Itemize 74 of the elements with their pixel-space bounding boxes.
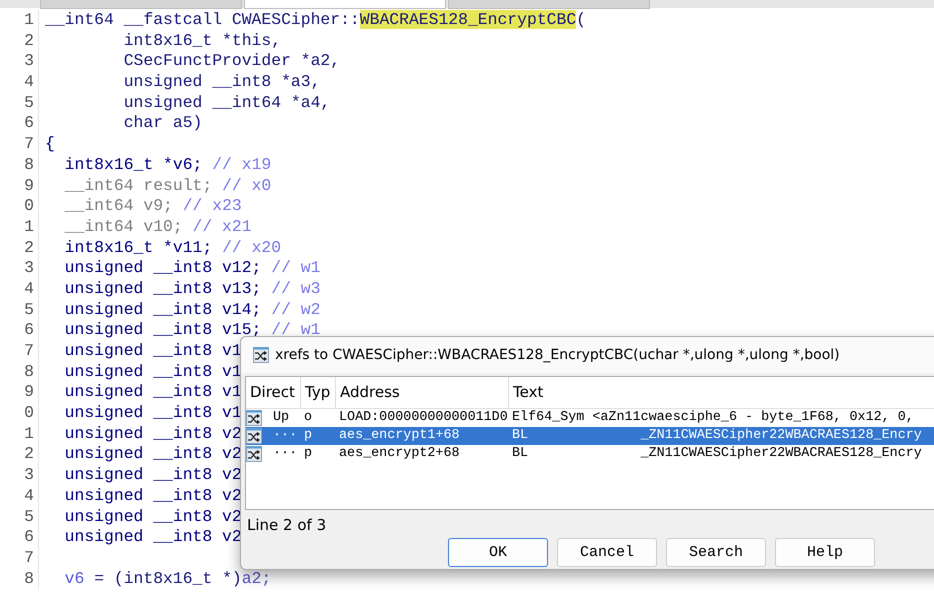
line-number: 9 bbox=[23, 176, 34, 196]
code-line: __int64 v10; // x21 bbox=[64, 216, 252, 238]
code-line: unsigned __int8 v1 bbox=[64, 362, 242, 382]
line-number: 7 bbox=[23, 548, 34, 569]
line-number: 1 bbox=[23, 424, 34, 444]
line-number: 1 bbox=[23, 10, 34, 31]
code-line: int8x16_t *v6; // x19 bbox=[64, 154, 272, 176]
line-number: 0 bbox=[23, 403, 34, 424]
line-number: 4 bbox=[23, 486, 34, 506]
xref-icon bbox=[253, 347, 269, 363]
xref-icon bbox=[246, 410, 262, 426]
line-number: 8 bbox=[23, 568, 34, 590]
code-line: unsigned __int8 v2 bbox=[64, 424, 242, 444]
code-line: __int64 result; // x0 bbox=[64, 176, 272, 196]
line-number: 2 bbox=[23, 238, 34, 258]
line-number: 7 bbox=[23, 341, 34, 362]
line-number: 8 bbox=[23, 362, 34, 382]
dialog-button[interactable]: Help bbox=[775, 538, 875, 567]
code-line: unsigned __int8 v1 bbox=[64, 403, 242, 424]
code-line: int8x16_t *v11; // x20 bbox=[64, 238, 282, 258]
code-line: unsigned __int8 v15; // w1 bbox=[64, 320, 320, 341]
status-text: Line 2 of 3 bbox=[246, 515, 328, 534]
line-number: 9 bbox=[23, 382, 34, 404]
code-line: { bbox=[45, 134, 55, 155]
column-header[interactable]: Direct bbox=[246, 377, 301, 408]
xref-icon bbox=[246, 428, 262, 444]
line-number: 5 bbox=[23, 506, 34, 528]
code-line: unsigned __int8 v14; // w2 bbox=[64, 300, 320, 320]
code-line: CSecFunctProvider *a2, bbox=[122, 51, 340, 72]
code-line: unsigned __int8 v13; // w3 bbox=[64, 278, 320, 300]
line-number: 3 bbox=[23, 51, 34, 72]
code-line: unsigned __int8 *a3, bbox=[122, 72, 320, 93]
line-number: 4 bbox=[23, 72, 34, 93]
line-number: 8 bbox=[23, 154, 34, 176]
code-line: __int64 v9; // x23 bbox=[64, 196, 242, 217]
editor-tab[interactable] bbox=[40, 0, 242, 9]
column-header[interactable]: Address bbox=[336, 377, 509, 408]
column-header[interactable]: Text bbox=[509, 377, 934, 408]
xref-row[interactable]: ··· p aes_encrypt1+68 BL _ZN11CWAESCipher22WBACRAES128_Encry bbox=[246, 427, 934, 445]
line-number: 7 bbox=[23, 134, 34, 155]
code-line: unsigned __int8 v1 bbox=[64, 341, 242, 362]
line-number: 3 bbox=[23, 465, 34, 486]
line-number: 6 bbox=[23, 113, 34, 134]
code-line: int8x16_t *this, bbox=[122, 30, 282, 52]
code-line: unsigned __int8 v2 bbox=[64, 444, 242, 466]
xref-row[interactable]: Up o LOAD:00000000000011D0 Elf64_Sym <aZn11cwaesciphe_6 - byte_1F68, 0x12, 0, bbox=[246, 409, 934, 427]
editor-tab[interactable] bbox=[244, 0, 446, 9]
line-number: 6 bbox=[23, 320, 34, 341]
dialog-button[interactable]: Search bbox=[666, 538, 766, 567]
code-line: unsigned __int8 v2 bbox=[64, 465, 242, 486]
code-line: unsigned __int8 v1 bbox=[64, 382, 242, 404]
code-line: unsigned __int8 v2 bbox=[64, 486, 242, 506]
dialog-title: xrefs to CWAESCipher::WBACRAES128_EncryptCBC(uchar *,ulong *,ulong *,bool) bbox=[275, 347, 840, 363]
code-line: unsigned __int8 v2 bbox=[64, 506, 242, 528]
line-number: 0 bbox=[23, 196, 34, 217]
code-line: unsigned __int64 *a4, bbox=[122, 92, 330, 114]
line-number: 1 bbox=[23, 216, 34, 238]
line-number: 3 bbox=[23, 258, 34, 279]
line-number: 5 bbox=[23, 92, 34, 114]
code-line: unsigned __int8 v12; // w1 bbox=[64, 258, 320, 279]
dialog-button[interactable]: Cancel bbox=[557, 538, 657, 567]
line-number: 6 bbox=[23, 527, 34, 548]
code-line: v6 = (int8x16_t *)a2; bbox=[64, 568, 272, 590]
line-number: 4 bbox=[23, 278, 34, 300]
code-line: char a5) bbox=[122, 113, 202, 134]
editor-tab[interactable] bbox=[448, 0, 650, 9]
code-line: unsigned __int8 v2 bbox=[64, 527, 242, 548]
xref-row[interactable]: ··· p aes_encrypt2+68 BL _ZN11CWAESCipher22WBACRAES128_Encry bbox=[246, 445, 934, 463]
column-header[interactable]: Typ bbox=[301, 377, 336, 408]
line-number: 2 bbox=[23, 444, 34, 466]
line-number: 5 bbox=[23, 300, 34, 320]
dialog-button[interactable]: OK bbox=[448, 538, 548, 567]
xref-icon bbox=[246, 446, 262, 462]
line-number: 2 bbox=[23, 30, 34, 52]
